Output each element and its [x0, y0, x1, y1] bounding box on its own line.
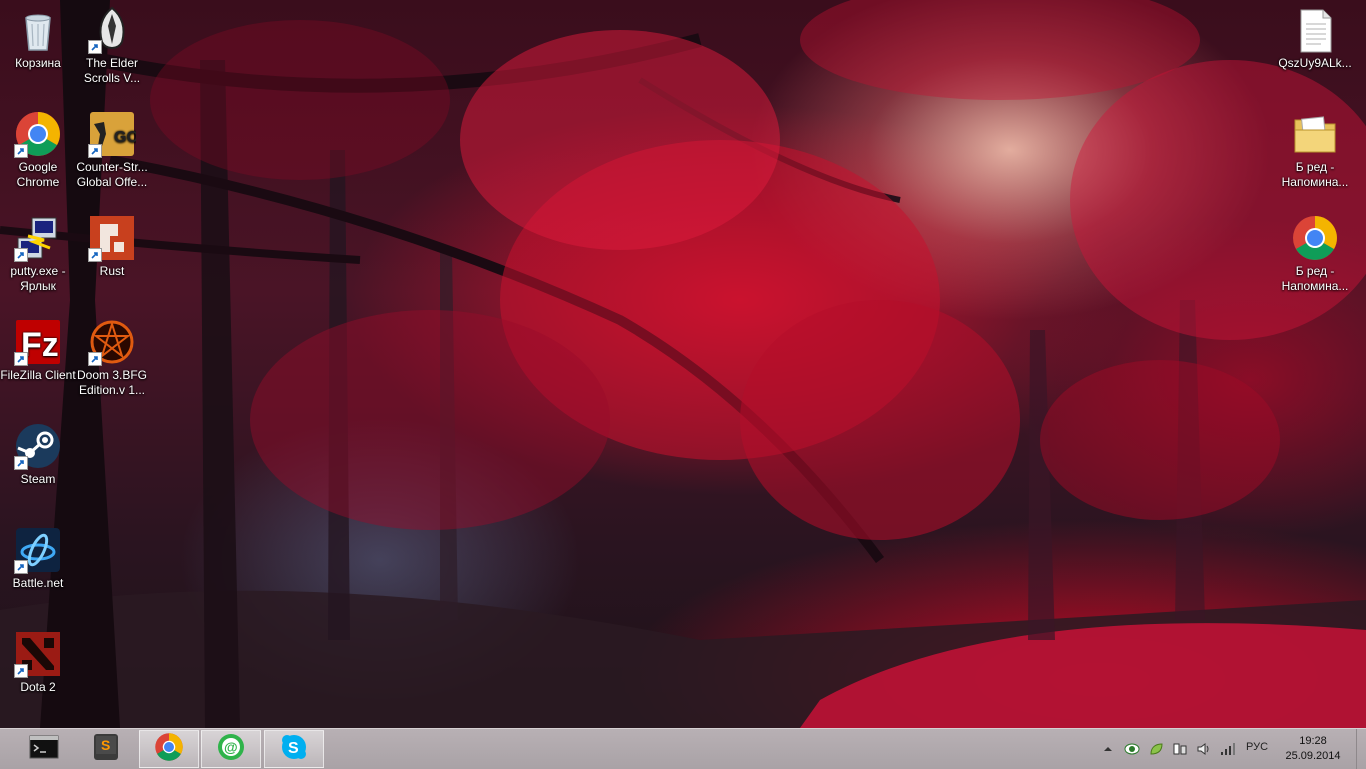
leaf-icon[interactable]: [1147, 740, 1165, 758]
pentagram-icon: [88, 318, 136, 366]
desktop-icon-text-file[interactable]: QszUy9ALk...: [1274, 0, 1356, 71]
desktop-icon-label: The Elder Scrolls V...: [83, 56, 141, 85]
desktop-icon-doom3[interactable]: Doom 3.BFG Edition.v 1...: [74, 312, 150, 398]
desktop-icon-folder[interactable]: Б ред - Напомина...: [1274, 104, 1356, 190]
desktop-icon-label: Steam: [20, 472, 56, 486]
shortcut-arrow-icon: [14, 456, 28, 470]
svg-text:@: @: [224, 739, 238, 755]
desktop-icon-label: Rust: [99, 264, 125, 278]
desktop-wallpaper: [0, 0, 1366, 728]
desktop-icon-elder-scrolls[interactable]: The Elder Scrolls V...: [74, 0, 150, 86]
desktop-icon-label: Dota 2: [20, 680, 56, 694]
show-desktop-button[interactable]: [1356, 729, 1366, 769]
eye-icon[interactable]: [1123, 740, 1141, 758]
desktop-icon-google-chrome[interactable]: Google Chrome: [0, 104, 76, 190]
shortcut-arrow-icon: [14, 664, 28, 678]
sublime-icon: S: [91, 732, 121, 767]
mail-agent-icon: @: [216, 732, 246, 767]
svg-text:GO: GO: [114, 129, 136, 146]
speaker-icon[interactable]: [1195, 740, 1213, 758]
taskbar-button-mail-agent[interactable]: @: [201, 730, 261, 768]
clock-time: 19:28: [1299, 735, 1327, 747]
desktop-icon-label: Корзина: [15, 56, 61, 70]
shortcut-arrow-icon: [88, 248, 102, 262]
rust-icon: [88, 214, 136, 262]
desktop-icon-label: Battle.net: [12, 576, 64, 590]
taskbar-button-skype[interactable]: S: [264, 730, 324, 768]
system-tray: [1096, 729, 1240, 769]
svg-text:S: S: [288, 740, 299, 757]
folder-icon: [1291, 110, 1339, 158]
skype-icon: S: [279, 732, 309, 767]
svg-text:S: S: [101, 737, 110, 753]
desktop-icon-label: Counter-Str... Global Offe...: [76, 160, 148, 189]
desktop-icon-label: Б ред - Напомина...: [1281, 264, 1349, 293]
desktop-icon-label: Doom 3.BFG Edition.v 1...: [76, 368, 148, 397]
shortcut-arrow-icon: [14, 248, 28, 262]
steam-icon: [14, 422, 62, 470]
taskbar: S @ S РУС 19:28 25.09.2014: [0, 728, 1366, 769]
text-file-icon: [1291, 6, 1339, 54]
putty-icon: [14, 214, 62, 262]
console-icon: [29, 732, 59, 767]
recycle-bin-icon: [14, 6, 62, 54]
desktop-icon-chrome-reminder[interactable]: Б ред - Напомина...: [1274, 208, 1356, 294]
shortcut-arrow-icon: [14, 144, 28, 158]
shortcut-arrow-icon: [88, 40, 102, 54]
filezilla-icon: Fz: [14, 318, 62, 366]
dota2-icon: [14, 630, 62, 678]
desktop-icon-counter-strike[interactable]: GO Counter-Str... Global Offe...: [74, 104, 150, 190]
shortcut-arrow-icon: [14, 560, 28, 574]
shortcut-arrow-icon: [14, 352, 28, 366]
desktop-icon-rust[interactable]: Rust: [74, 208, 150, 279]
chrome-icon: [14, 110, 62, 158]
csgo-icon: GO: [88, 110, 136, 158]
battlenet-icon: [14, 526, 62, 574]
chevron-up-icon[interactable]: [1099, 740, 1117, 758]
chrome-icon: [154, 732, 184, 767]
desktop-icon-putty[interactable]: putty.exe - Ярлык: [0, 208, 76, 294]
taskbar-button-chrome[interactable]: [139, 730, 199, 768]
desktop-icon-filezilla[interactable]: Fz FileZilla Client: [0, 312, 76, 383]
desktop-icon-recycle-bin[interactable]: Корзина: [0, 0, 76, 71]
desktop-icon-label: Б ред - Напомина...: [1281, 160, 1349, 189]
skyrim-icon: [88, 6, 136, 54]
desktop-icon-label: Google Chrome: [16, 160, 60, 189]
desktop-icon-steam[interactable]: Steam: [0, 416, 76, 487]
clock-date: 25.09.2014: [1285, 750, 1341, 762]
desktop-icon-dota2[interactable]: Dota 2: [0, 624, 76, 695]
language-indicator[interactable]: РУС: [1246, 741, 1268, 753]
device-icon[interactable]: [1171, 740, 1189, 758]
taskbar-button-command-prompt[interactable]: [14, 730, 74, 768]
signal-icon[interactable]: [1219, 740, 1237, 758]
desktop-icon-label: putty.exe - Ярлык: [10, 264, 66, 293]
taskbar-button-sublime-text[interactable]: S: [76, 730, 136, 768]
shortcut-arrow-icon: [88, 144, 102, 158]
clock[interactable]: 19:28 25.09.2014: [1282, 734, 1344, 764]
desktop-icon-label: FileZilla Client: [0, 368, 76, 382]
desktop-icon-label: QszUy9ALk...: [1278, 56, 1352, 70]
chrome-icon: [1291, 214, 1339, 262]
desktop-icon-battlenet[interactable]: Battle.net: [0, 520, 76, 591]
shortcut-arrow-icon: [88, 352, 102, 366]
